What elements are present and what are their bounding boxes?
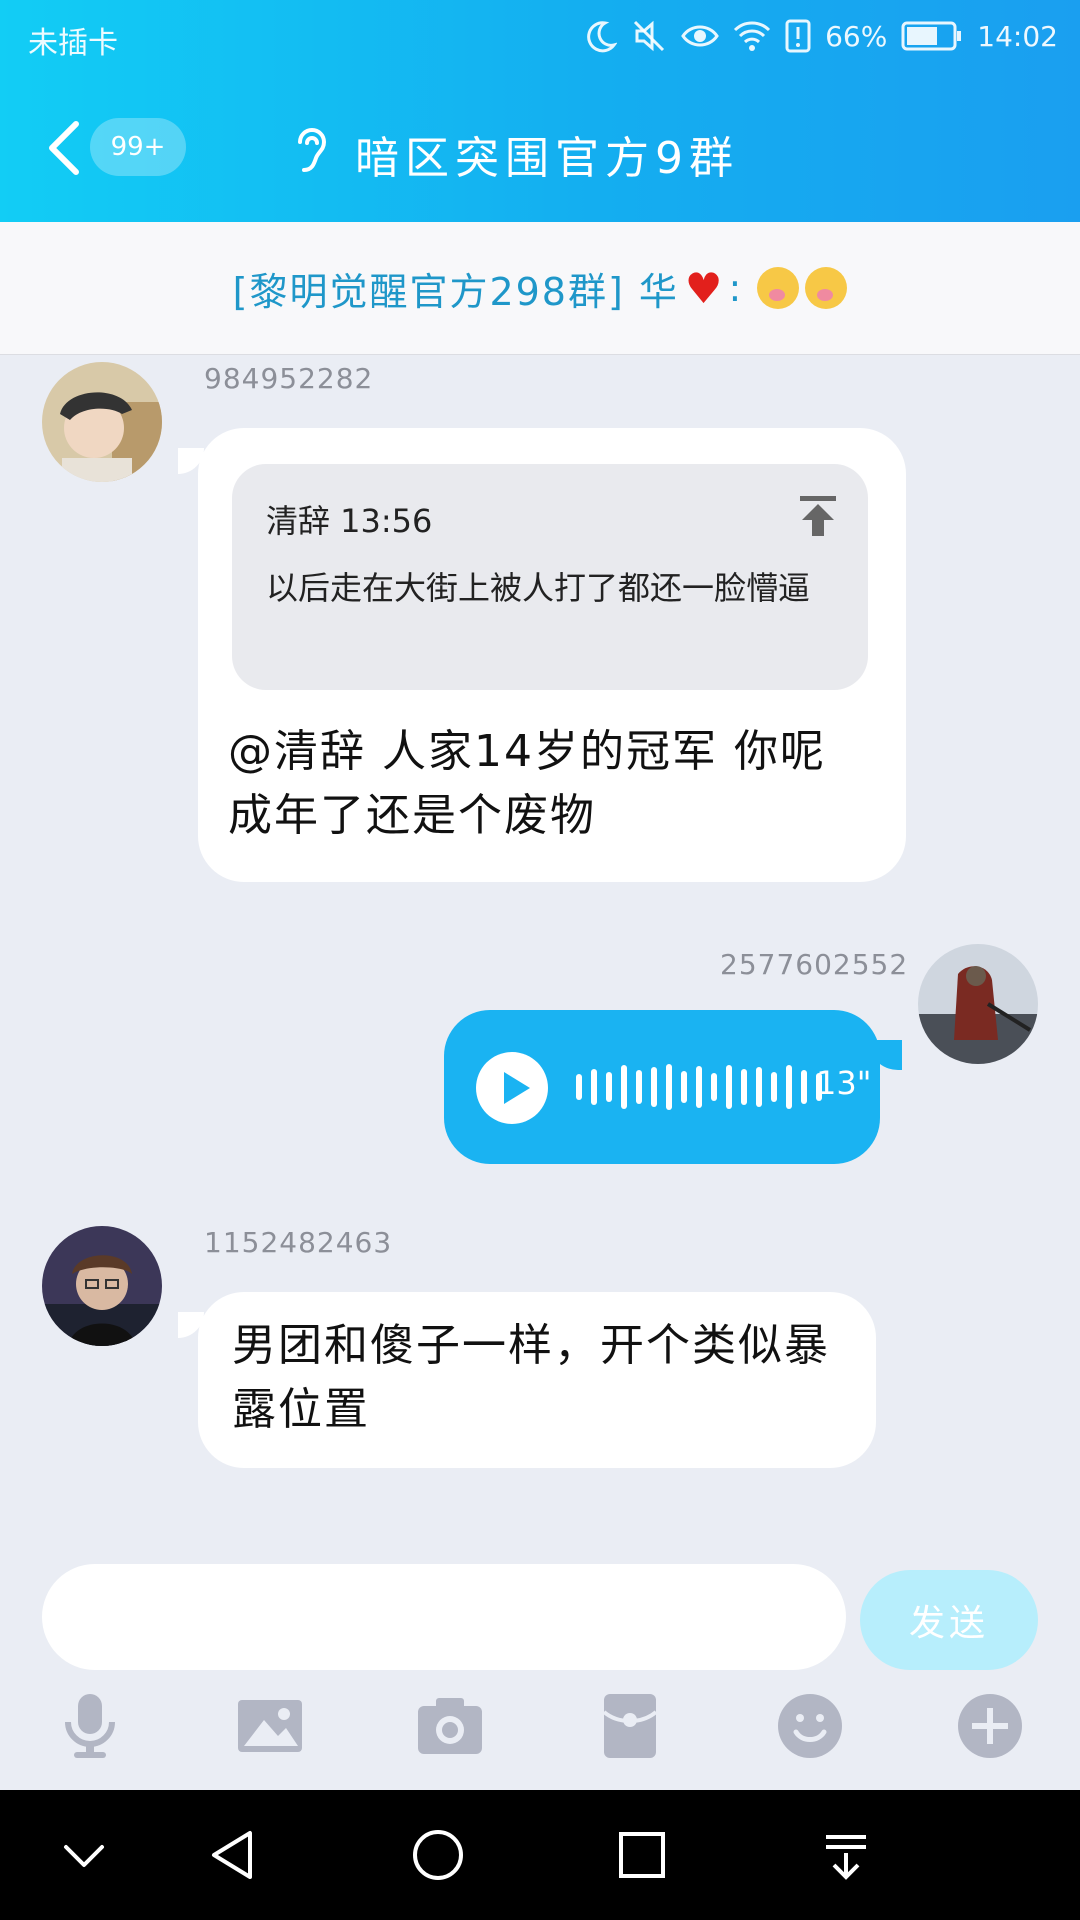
back-triangle-icon[interactable] <box>204 1825 264 1885</box>
play-icon[interactable] <box>476 1052 548 1124</box>
title-row: 99+ 暗区突围官方9群 <box>0 112 1080 184</box>
notification-pull-icon[interactable] <box>816 1825 876 1885</box>
emoji-icon[interactable] <box>772 1688 848 1764</box>
ear-icon[interactable] <box>290 124 330 174</box>
battery-icon <box>901 21 962 51</box>
emoji-icon <box>805 267 848 309</box>
input-toolbar <box>0 1688 1080 1778</box>
system-nav-bar <box>0 1790 1080 1920</box>
quoted-message[interactable]: 清辞 13:56 以后走在大街上被人打了都还一脸懵逼 <box>232 464 868 690</box>
microphone-icon[interactable] <box>52 1688 128 1764</box>
status-bar: 未插卡 66% 14:02 <box>0 0 1080 72</box>
voice-message-bubble[interactable]: 13" <box>444 1010 880 1164</box>
quote-author-time: 清辞 13:56 <box>266 502 433 540</box>
moon-icon <box>587 21 618 53</box>
chevron-down-icon[interactable] <box>54 1825 114 1885</box>
pinned-message-banner[interactable]: [黎明觉醒官方298群] 华 ♥ : <box>0 222 1080 355</box>
recents-square-icon[interactable] <box>612 1825 672 1885</box>
message-bubble[interactable]: 男团和傻子一样，开个类似暴露位置 <box>198 1292 876 1468</box>
red-packet-icon[interactable] <box>592 1688 668 1764</box>
status-icons: 66% 14:02 <box>583 16 1058 56</box>
emoji-icon <box>757 267 800 309</box>
camera-icon[interactable] <box>412 1688 488 1764</box>
sender-id: 1152482463 <box>204 1226 393 1259</box>
unread-badge[interactable]: 99+ <box>90 118 186 176</box>
banner-separator: : <box>728 266 742 310</box>
sender-id: 2577602552 <box>720 948 909 981</box>
wifi-icon <box>734 21 771 51</box>
app-header: 未插卡 66% 14:02 99+ 暗区突围官方9群 <box>0 0 1080 222</box>
message-bubble[interactable]: 清辞 13:56 以后走在大街上被人打了都还一脸懵逼 @清辞 人家14岁的冠军 … <box>198 428 906 882</box>
battery-percent: 66% <box>825 19 888 53</box>
message-text: @清辞 人家14岁的冠军 你呢成年了还是个废物 <box>228 726 826 841</box>
message-text: 男团和傻子一样，开个类似暴露位置 <box>232 1320 830 1435</box>
banner-text: [黎明觉醒官方298群] 华 <box>232 269 679 314</box>
jump-to-top-icon[interactable] <box>796 494 840 538</box>
mute-icon <box>634 20 665 52</box>
chat-title: 暗区突围官方9群 <box>355 133 739 184</box>
image-icon[interactable] <box>232 1688 308 1764</box>
voice-duration: 13" <box>816 1064 872 1102</box>
sender-id: 984952282 <box>204 362 374 395</box>
avatar[interactable] <box>42 362 162 482</box>
eye-icon <box>681 25 719 47</box>
alert-icon <box>785 19 811 53</box>
heart-icon: ♥ <box>684 263 723 313</box>
avatar[interactable] <box>918 944 1038 1064</box>
send-button[interactable]: 发送 <box>860 1570 1038 1670</box>
home-circle-icon[interactable] <box>408 1825 468 1885</box>
quote-text: 以后走在大街上被人打了都还一脸懵逼 <box>266 569 811 607</box>
message-input[interactable] <box>42 1564 846 1670</box>
clock: 14:02 <box>977 19 1058 53</box>
plus-icon[interactable] <box>952 1688 1028 1764</box>
back-arrow-icon[interactable] <box>44 120 84 176</box>
avatar[interactable] <box>42 1226 162 1346</box>
waveform <box>576 1062 822 1112</box>
input-area: 发送 <box>0 1538 1080 1790</box>
carrier-label: 未插卡 <box>28 26 118 61</box>
